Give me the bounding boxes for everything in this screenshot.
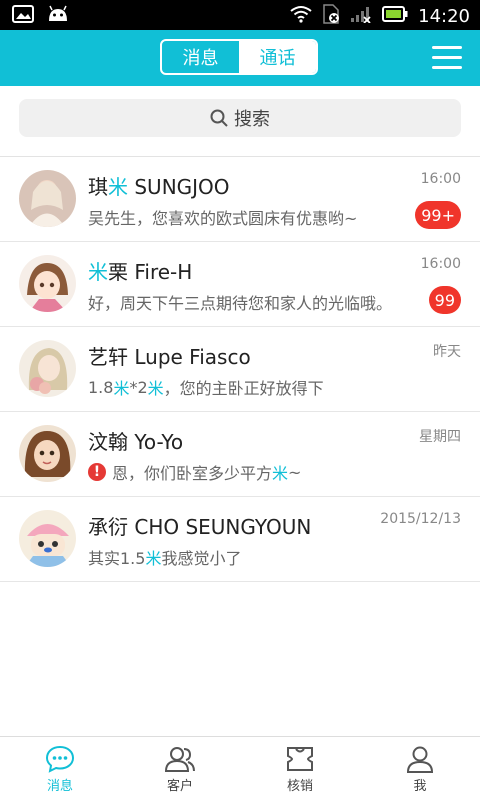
timestamp: 星期四 <box>419 429 461 445</box>
search-label: 搜索 <box>234 109 270 130</box>
nav-label: 我 <box>413 778 427 794</box>
timestamp: 16:00 <box>420 171 461 187</box>
contact-name: 米栗 Fire-H <box>88 260 193 284</box>
contact-name: 承衍 CHO SEUNGYOUN <box>88 515 312 539</box>
avatar <box>19 255 76 312</box>
bottom-navigation: 消息 客户 核销 我 <box>0 736 480 801</box>
avatar <box>19 340 76 397</box>
message-preview: 其实1.5 米我感觉小了 <box>88 549 242 568</box>
sim-blocked-icon <box>322 4 340 28</box>
nav-label: 客户 <box>166 778 193 794</box>
clock: 14:20 <box>418 5 470 27</box>
timestamp: 昨天 <box>433 344 461 360</box>
search-input[interactable]: 搜索 <box>19 99 461 137</box>
message-preview: 1.8 米 *2 米，您的主卧正好放得下 <box>88 377 324 399</box>
conversation-item[interactable]: 承衍 CHO SEUNGYOUN 2015/12/13 其实1.5 米我感觉小了 <box>0 497 480 582</box>
tab-switcher: 消息 通话 <box>160 39 318 75</box>
gallery-icon <box>12 5 34 27</box>
nav-label: 消息 <box>46 778 73 794</box>
message-preview: 好，周天下午三点期待您和家人的光临哦。 <box>88 294 393 313</box>
message-preview: ! 恩，你们卧室多少平方米 ~ <box>88 460 301 484</box>
timestamp: 2015/12/13 <box>380 511 461 527</box>
android-icon <box>46 5 70 27</box>
avatar <box>19 425 76 482</box>
nav-customers[interactable]: 客户 <box>120 737 240 801</box>
avatar <box>19 170 76 227</box>
conversation-item[interactable]: 汶翰 Yo-Yo 星期四 ! 恩，你们卧室多少平方米 ~ <box>0 412 480 497</box>
contact-name: 琪米 SUNGJOO <box>88 175 230 199</box>
conversation-item[interactable]: 米栗 Fire-H 16:00 好，周天下午三点期待您和家人的光临哦。 99 <box>0 242 480 327</box>
warning-icon: ! <box>88 463 106 481</box>
verify-icon <box>287 746 313 771</box>
search-bar-area: 搜索 <box>0 86 480 156</box>
battery-icon <box>382 6 408 26</box>
timestamp: 16:00 <box>420 256 461 272</box>
unread-badge: 99 <box>428 286 461 314</box>
avatar <box>19 510 76 567</box>
customers-icon <box>164 746 195 772</box>
conversation-item[interactable]: 艺轩 Lupe Fiasco 昨天 1.8 米 *2 米，您的主卧正好放得下 <box>0 327 480 412</box>
search-icon <box>210 109 228 127</box>
nav-me[interactable]: 我 <box>360 737 480 801</box>
profile-icon <box>406 746 434 773</box>
conversation-item[interactable]: 琪米 SUNGJOO 16:00 吴先生，您喜欢的欧式圆床有优惠哟~ 99+ <box>0 157 480 242</box>
unread-badge: 99+ <box>415 201 461 229</box>
nav-messages[interactable]: 消息 <box>0 737 120 801</box>
wifi-icon <box>290 5 312 27</box>
nav-verify[interactable]: 核销 <box>240 737 360 801</box>
status-bar: 14:20 <box>0 0 480 30</box>
message-preview: 吴先生，您喜欢的欧式圆床有优惠哟~ <box>88 209 358 228</box>
chat-bubble-icon <box>45 745 75 773</box>
contact-name: 汶翰 Yo-Yo <box>88 430 184 454</box>
contact-name: 艺轩 Lupe Fiasco <box>88 345 251 369</box>
conversation-list: 琪米 SUNGJOO 16:00 吴先生，您喜欢的欧式圆床有优惠哟~ 99+ 米… <box>0 156 480 582</box>
app-bar: 消息 通话 <box>0 30 480 86</box>
tab-calls[interactable]: 通话 <box>239 41 316 73</box>
menu-icon[interactable] <box>432 46 462 70</box>
tab-messages[interactable]: 消息 <box>162 41 239 73</box>
nav-label: 核销 <box>286 778 313 794</box>
signal-icon <box>350 5 372 27</box>
